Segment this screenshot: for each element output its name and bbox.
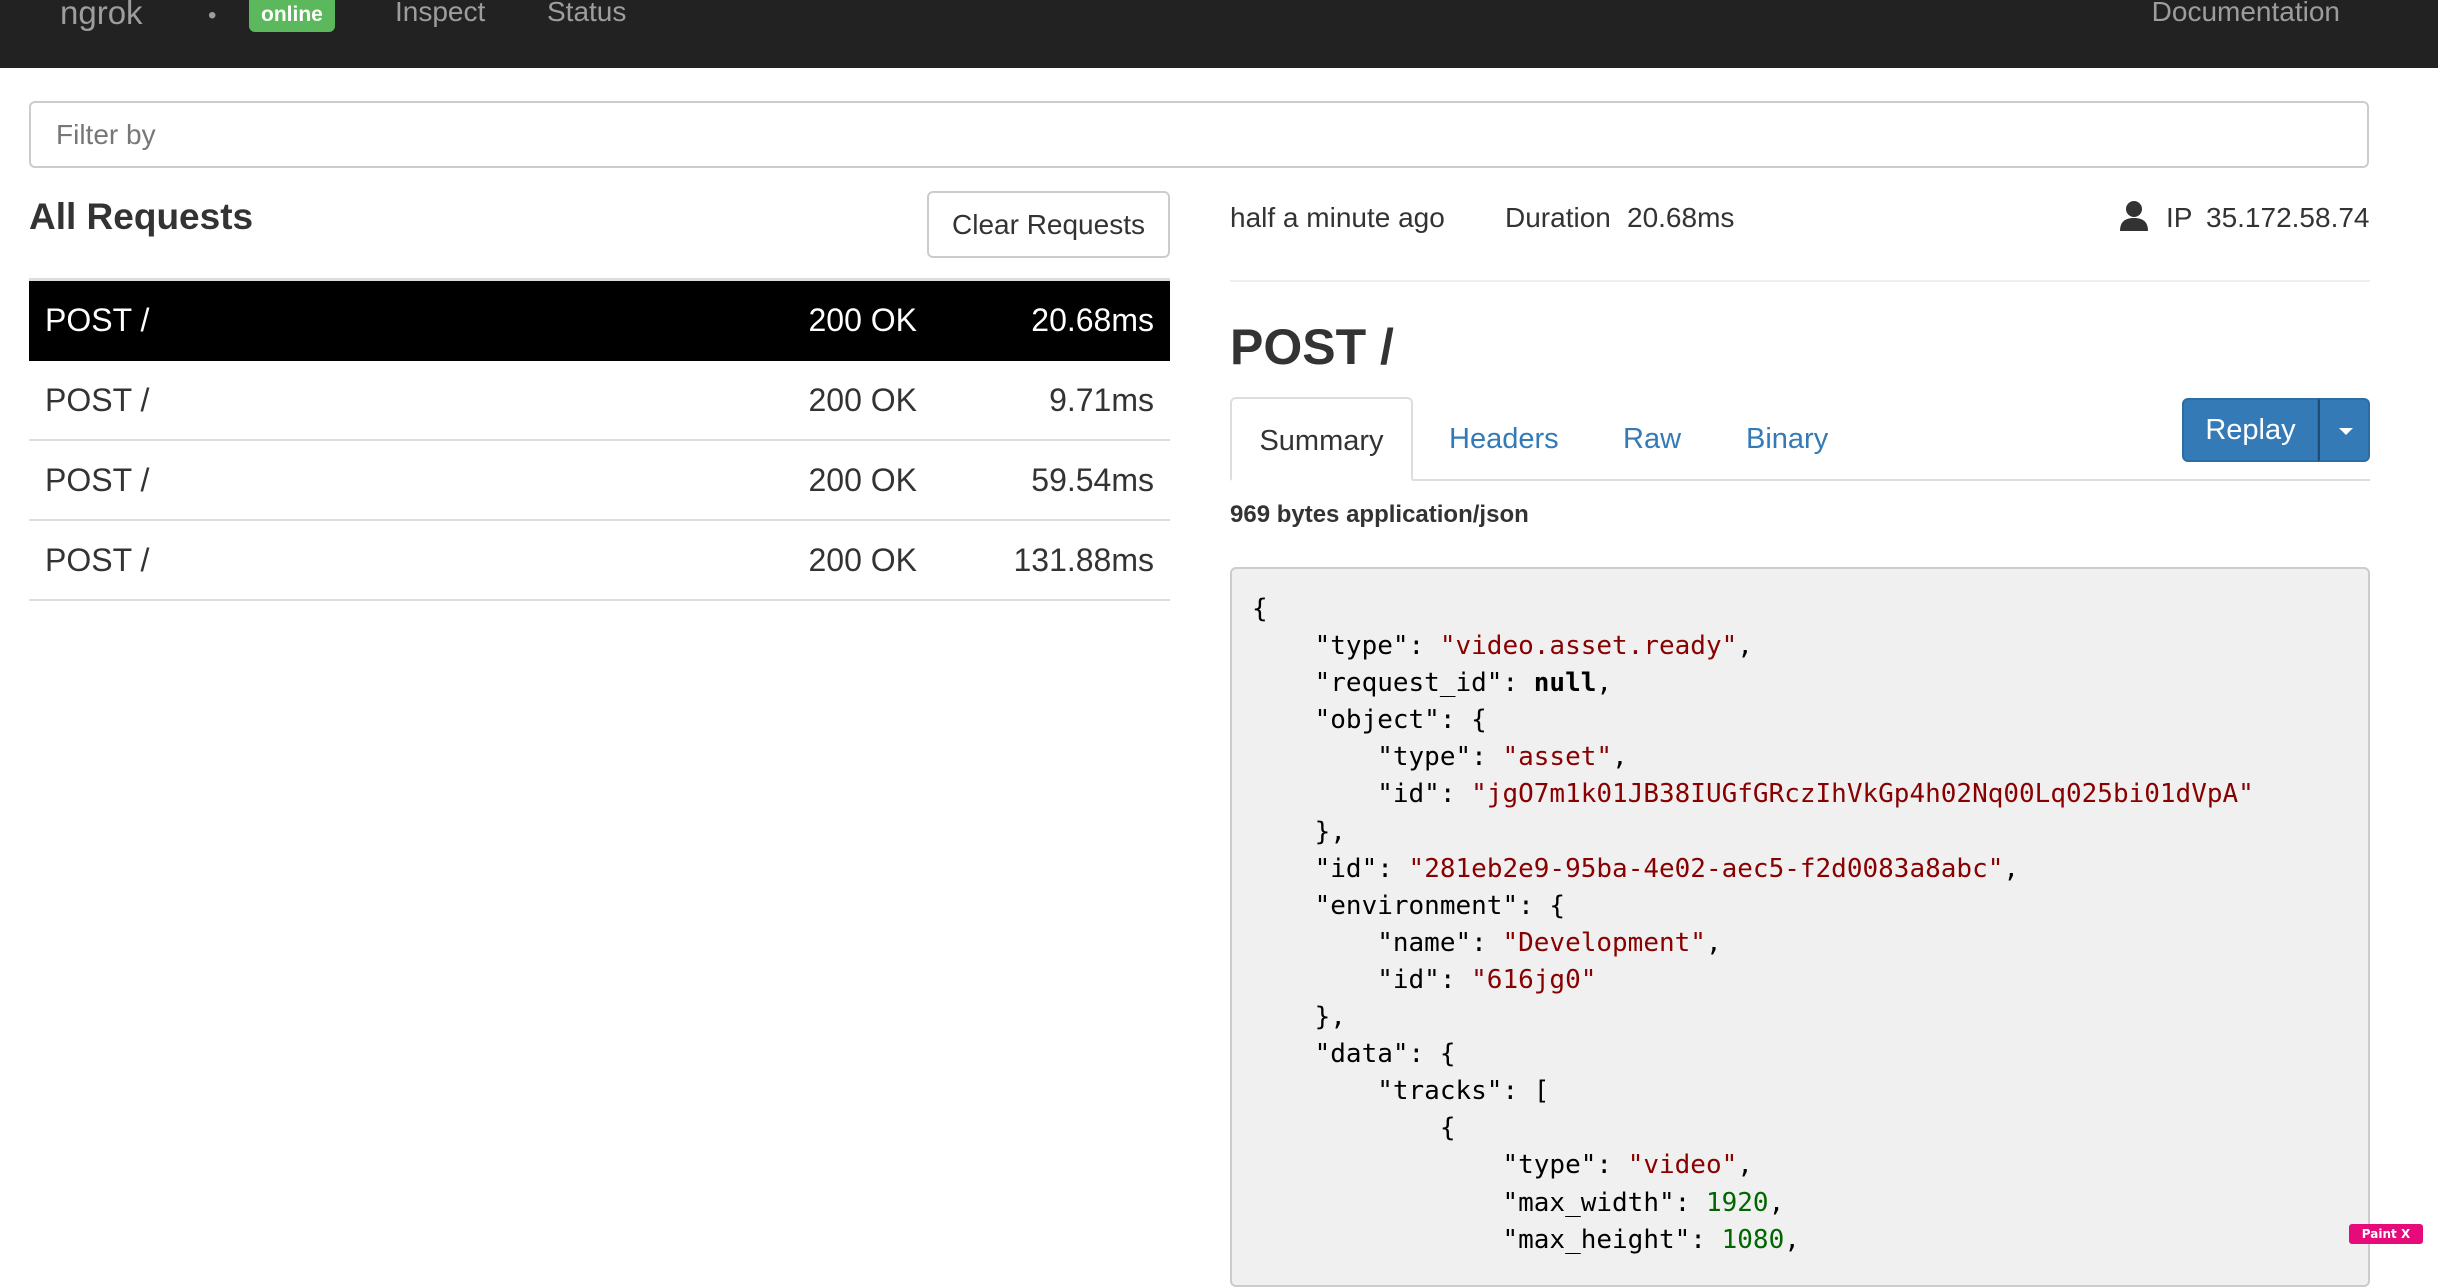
request-duration: 20.68ms (1031, 302, 1154, 338)
user-icon (2120, 201, 2148, 231)
request-status: 200 OK (808, 462, 917, 498)
request-method-path: POST / (45, 542, 150, 578)
replay-dropdown-toggle[interactable] (2318, 398, 2370, 462)
nav-link-documentation[interactable]: Documentation (2152, 0, 2340, 28)
code-line: "max_width": 1920, (1252, 1187, 1785, 1218)
code-line: "type": "video", (1252, 1150, 1753, 1181)
code-line: "object": { (1252, 705, 1487, 736)
code-line: "tracks": [ (1252, 1076, 1550, 1107)
replay-button[interactable]: Replay (2182, 398, 2319, 462)
requests-heading: All Requests (29, 196, 254, 237)
ip-address: 35.172.58.74 (2206, 202, 2370, 233)
paint-extension-badge[interactable]: Paint X Lite (2349, 1224, 2423, 1261)
requests-table: POST / 200 OK 20.68ms POST / 200 OK 9.71… (29, 278, 1170, 601)
nav-link-status[interactable]: Status (547, 0, 626, 28)
table-row[interactable]: POST / 200 OK 131.88ms (29, 521, 1170, 601)
brand-logo[interactable]: ngrok (60, 0, 143, 32)
nav-link-inspect[interactable]: Inspect (395, 0, 485, 28)
top-navbar: ngrok • online Inspect Status Documentat… (0, 0, 2438, 68)
request-method-path: POST / (45, 302, 150, 338)
body-size-type: 969 bytes application/json (1230, 501, 1529, 528)
code-line: "id": "281eb2e9-95ba-4e02-aec5-f2d0083a8… (1252, 853, 2020, 884)
request-status: 200 OK (808, 542, 917, 578)
json-body-viewer[interactable]: { "type": "video.asset.ready", "request_… (1230, 567, 2370, 1287)
table-row[interactable]: POST / 200 OK 59.54ms (29, 441, 1170, 521)
code-line: "name": "Development", (1252, 927, 1722, 958)
code-line: "type": "video.asset.ready", (1252, 631, 1753, 662)
status-badge: online (249, 0, 335, 32)
request-status: 200 OK (808, 302, 917, 338)
request-duration: 59.54ms (1031, 462, 1154, 498)
request-duration: 131.88ms (1013, 542, 1154, 578)
clear-requests-button[interactable]: Clear Requests (927, 191, 1170, 258)
code-line: }, (1252, 1002, 1346, 1033)
request-method-path: POST / (45, 462, 150, 498)
detail-divider (1230, 280, 2370, 282)
request-method-path: POST / (45, 382, 150, 418)
tab-raw[interactable]: Raw (1623, 397, 1681, 479)
json-code: { "type": "video.asset.ready", "request_… (1252, 591, 2368, 1259)
request-status: 200 OK (808, 382, 917, 418)
tab-headers[interactable]: Headers (1449, 397, 1559, 479)
code-line: "request_id": null, (1252, 668, 1613, 699)
table-row[interactable]: POST / 200 OK 20.68ms (29, 278, 1170, 361)
duration-value: 20.68ms (1627, 202, 1735, 233)
tab-binary[interactable]: Binary (1746, 397, 1828, 479)
code-line: "data": { (1252, 1039, 1456, 1070)
caret-down-icon (2339, 428, 2353, 435)
code-line: { (1252, 594, 1268, 624)
request-time: half a minute ago (1230, 202, 1445, 233)
tab-summary[interactable]: Summary (1230, 397, 1413, 481)
code-line: }, (1252, 816, 1346, 847)
filter-input[interactable] (29, 101, 2369, 168)
ip-label: IP (2166, 202, 2193, 233)
duration-label: Duration (1505, 202, 1611, 233)
code-line: "id": "616jg0" (1252, 964, 1597, 995)
code-line: "environment": { (1252, 890, 1566, 921)
code-line: "type": "asset", (1252, 742, 1628, 773)
table-row[interactable]: POST / 200 OK 9.71ms (29, 361, 1170, 441)
code-line: { (1252, 1113, 1456, 1144)
code-line: "max_height": 1080, (1252, 1224, 1800, 1255)
request-title: POST / (1230, 319, 1394, 375)
code-line: "id": "jgO7m1k01JB38IUGfGRczIhVkGp4h02Nq… (1252, 779, 2254, 810)
nav-separator: • (208, 2, 217, 29)
request-duration: 9.71ms (1049, 382, 1154, 418)
